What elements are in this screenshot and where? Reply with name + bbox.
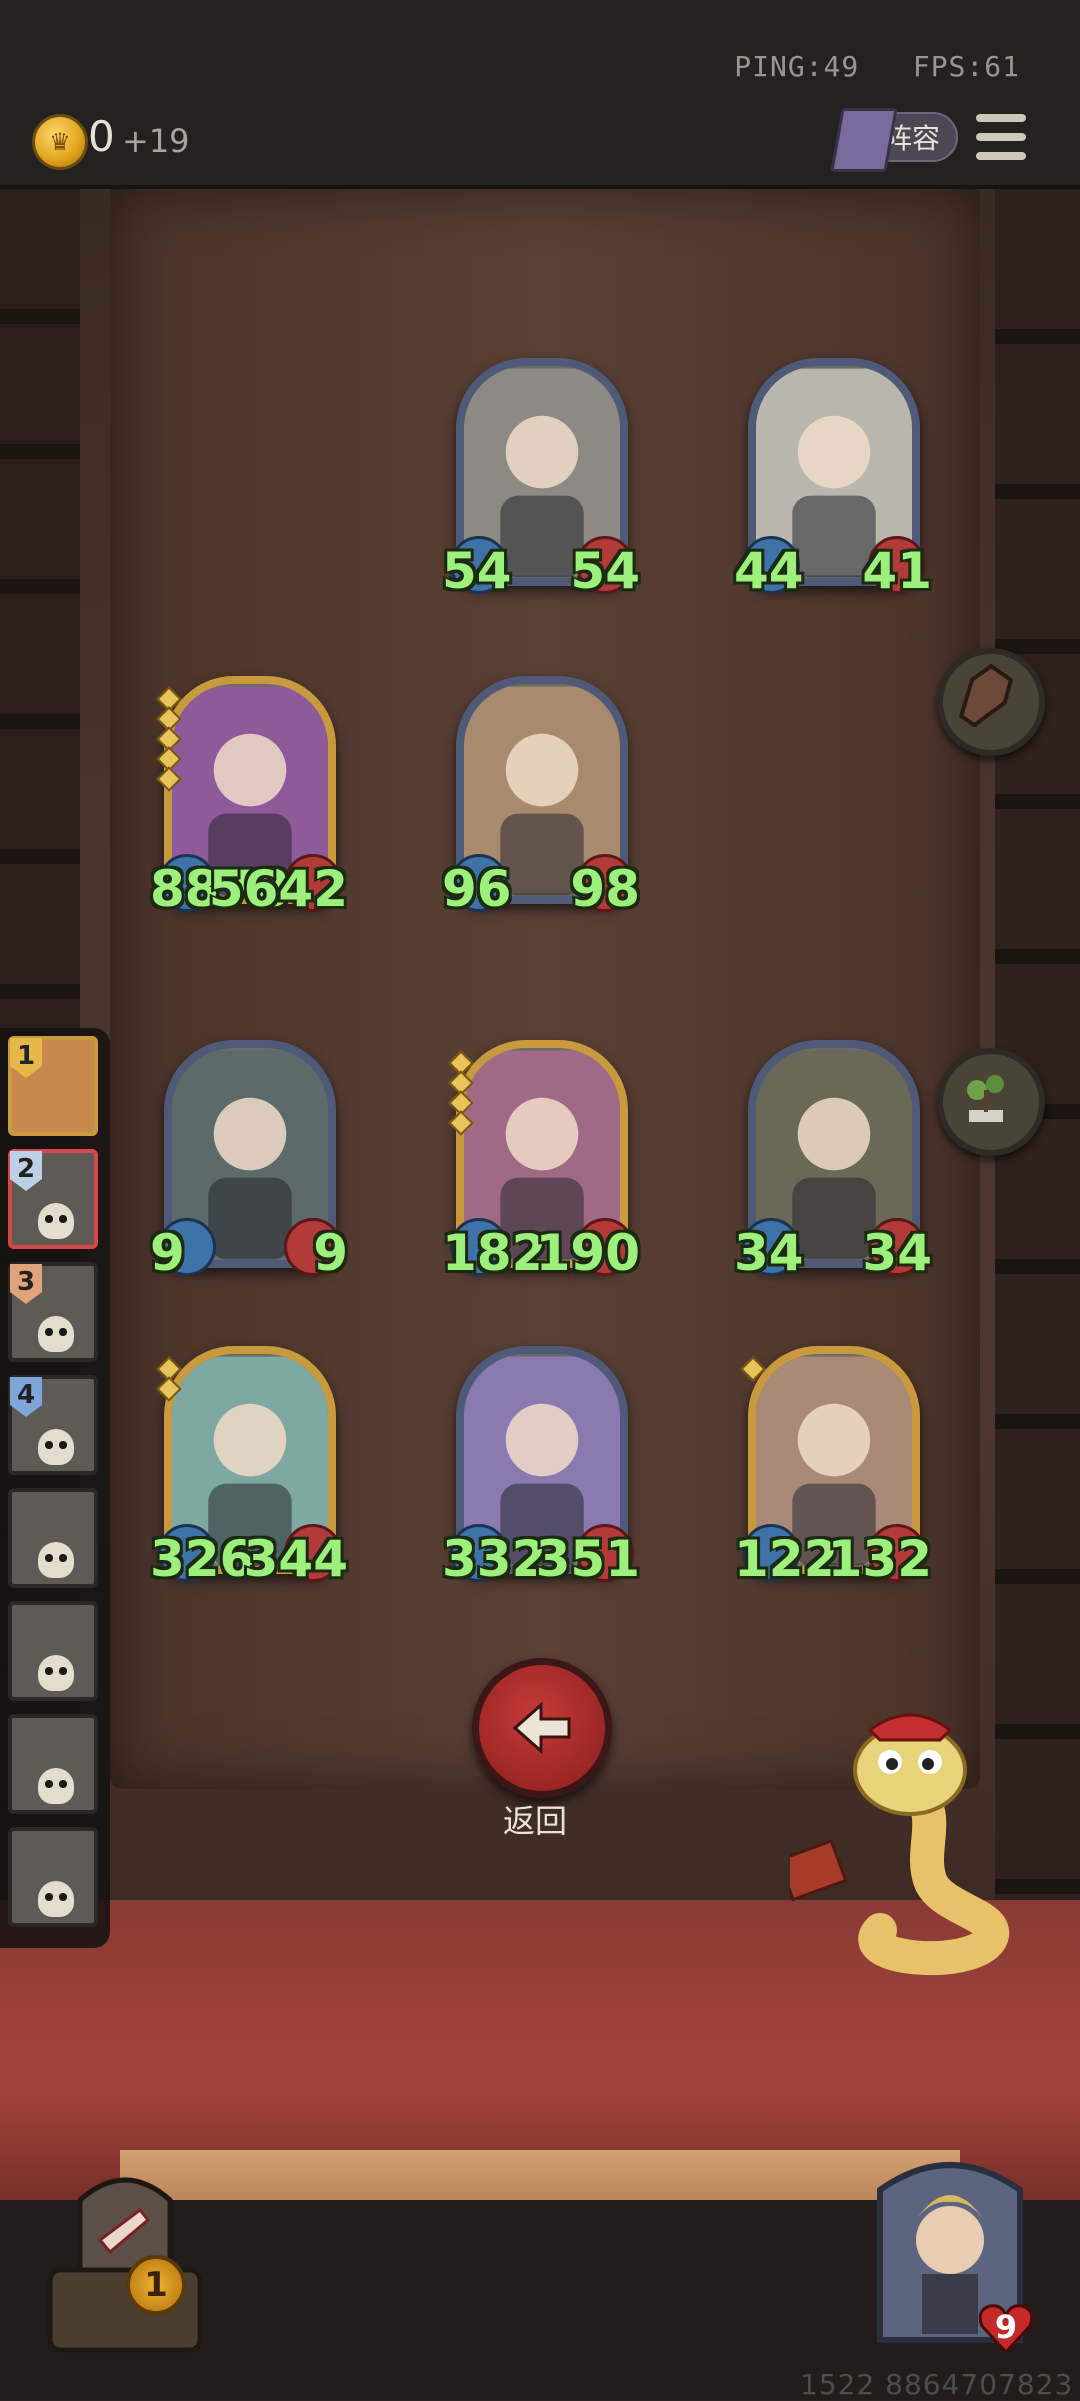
unit-attack: 54 [442, 542, 512, 600]
opponent-slot[interactable]: 3 [8, 1262, 98, 1362]
upgrade-stars [740, 1356, 766, 1382]
opponent-slot[interactable]: 1 [8, 1036, 98, 1136]
upgrade-stars [156, 686, 182, 792]
back-button[interactable] [472, 1658, 612, 1798]
upgrade-stars [156, 1356, 182, 1402]
unit-card[interactable]: 96 98 [442, 676, 640, 918]
book-icon [830, 108, 898, 172]
unit-attack: 332 [442, 1530, 547, 1588]
unit-health: 190 [535, 1224, 640, 1282]
unit-health: 351 [535, 1530, 640, 1588]
unit-health: 98 [570, 860, 640, 918]
hamburger-menu-icon[interactable] [976, 114, 1026, 160]
unit-attack: 34 [734, 1224, 804, 1282]
unit-attack: 44 [734, 542, 804, 600]
unit-card[interactable]: 332 351 [442, 1346, 640, 1588]
opponent-rank: 2 [10, 1151, 42, 1191]
bonsai-icon[interactable] [937, 1048, 1045, 1156]
unit-attack: 9 [150, 1224, 185, 1282]
network-status: PING:49 FPS:61 [734, 50, 1020, 83]
fps-readout: FPS:61 [912, 50, 1020, 83]
unit-attack: 326 [150, 1530, 255, 1588]
opponent-rank: 1 [10, 1038, 42, 1078]
skull-icon [38, 1316, 74, 1352]
shop-level-badge: 1 [126, 2255, 186, 2315]
upgrade-stars [448, 1050, 474, 1136]
hero-health-value: 9 [994, 2308, 1018, 2346]
arrow-left-icon [512, 1701, 571, 1755]
session-id: 1522 8864707823 [800, 2368, 1074, 2401]
unit-card[interactable]: 182 190 [442, 1040, 640, 1282]
opponent-slot[interactable] [8, 1714, 98, 1814]
unit-health: 34 [862, 1224, 932, 1282]
back-label: 返回 [502, 1802, 567, 1840]
gold-income: +19 [122, 122, 190, 160]
skull-icon [38, 1768, 74, 1804]
unit-health: 9 [313, 1224, 348, 1282]
unit-card[interactable]: 44 41 [734, 358, 932, 600]
gold-amount: 0 [88, 112, 115, 161]
unit-attack: 122 [734, 1530, 839, 1588]
unit-card[interactable]: 34 34 [734, 1040, 932, 1282]
skull-icon [38, 1542, 74, 1578]
unit-card[interactable]: 8878 5642 [150, 676, 348, 918]
unit-card[interactable]: 99 [150, 1040, 348, 1282]
tavern-shop[interactable] [40, 2160, 210, 2360]
unit-health: 132 [827, 1530, 932, 1588]
unit-health: 5642 [208, 860, 348, 918]
crown-coin-icon: ♛ [32, 114, 88, 170]
hero-health: 9 [976, 2300, 1036, 2356]
snake-mascot[interactable] [790, 1700, 1010, 1980]
opponent-slot[interactable] [8, 1827, 98, 1927]
unit-attack: 96 [442, 860, 512, 918]
ping-readout: PING:49 [734, 50, 860, 83]
opponent-slot[interactable]: 4 [8, 1375, 98, 1475]
unit-card[interactable]: 326 344 [150, 1346, 348, 1588]
skull-icon [38, 1655, 74, 1691]
skull-icon [38, 1429, 74, 1465]
coffin-icon[interactable] [937, 648, 1045, 756]
skull-icon [38, 1881, 74, 1917]
unit-health: 54 [570, 542, 640, 600]
opponent-slot[interactable]: 2 [8, 1149, 98, 1249]
opponent-slot[interactable] [8, 1488, 98, 1588]
unit-card[interactable]: 54 54 [442, 358, 640, 600]
opponent-rank: 4 [10, 1377, 42, 1417]
skull-icon [38, 1203, 74, 1239]
unit-health: 344 [243, 1530, 348, 1588]
opponent-slot[interactable] [8, 1601, 98, 1701]
unit-attack: 182 [442, 1224, 547, 1282]
opponent-rank: 3 [10, 1264, 42, 1304]
unit-health: 41 [862, 542, 932, 600]
unit-card[interactable]: 122 132 [734, 1346, 932, 1588]
